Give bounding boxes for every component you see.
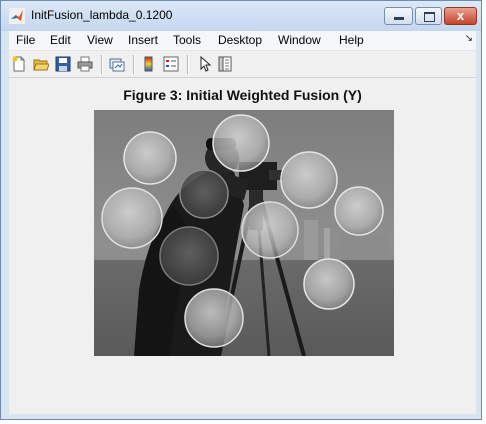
menu-window[interactable]: Window	[278, 33, 321, 47]
toolbar-separator	[187, 55, 189, 74]
menu-insert[interactable]: Insert	[128, 33, 158, 47]
minimize-button[interactable]	[384, 7, 413, 25]
matlab-app-icon	[9, 8, 25, 24]
menu-desktop[interactable]: Desktop	[218, 33, 262, 47]
edit-plot-pointer-icon[interactable]	[197, 56, 213, 72]
link-plot-icon[interactable]	[109, 56, 125, 72]
close-button[interactable]: x	[444, 7, 477, 25]
toolbar-separator	[133, 55, 135, 74]
menu-view[interactable]: View	[87, 33, 113, 47]
property-inspector-icon[interactable]	[217, 56, 233, 72]
colorbar-icon[interactable]	[141, 56, 157, 72]
fused-image[interactable]	[94, 110, 394, 356]
menu-file[interactable]: File	[16, 33, 35, 47]
window-title: InitFusion_lambda_0.1200	[31, 8, 173, 22]
close-icon: x	[456, 8, 465, 23]
figure-window: InitFusion_lambda_0.1200 x File Edit Vie…	[0, 0, 482, 420]
legend-icon[interactable]	[163, 56, 179, 72]
figure-title: Figure 3: Initial Weighted Fusion (Y)	[123, 87, 362, 103]
figure-client-area: File Edit View Insert Tools Desktop Wind…	[9, 31, 476, 414]
maximize-button[interactable]	[415, 7, 442, 25]
menu-tools[interactable]: Tools	[173, 33, 201, 47]
fused-image-canvas	[94, 110, 394, 356]
menubar-overflow-icon[interactable]: ↘	[465, 33, 473, 44]
print-icon[interactable]	[77, 56, 93, 72]
figure-toolbar	[9, 51, 476, 78]
menu-bar: File Edit View Insert Tools Desktop Wind…	[9, 31, 476, 51]
title-bar[interactable]: InitFusion_lambda_0.1200 x	[1, 1, 481, 31]
new-figure-icon[interactable]	[11, 56, 27, 72]
toolbar-separator	[101, 55, 103, 74]
save-icon[interactable]	[55, 56, 71, 72]
menu-edit[interactable]: Edit	[50, 33, 71, 47]
menu-help[interactable]: Help	[339, 33, 364, 47]
open-file-icon[interactable]	[33, 56, 49, 72]
